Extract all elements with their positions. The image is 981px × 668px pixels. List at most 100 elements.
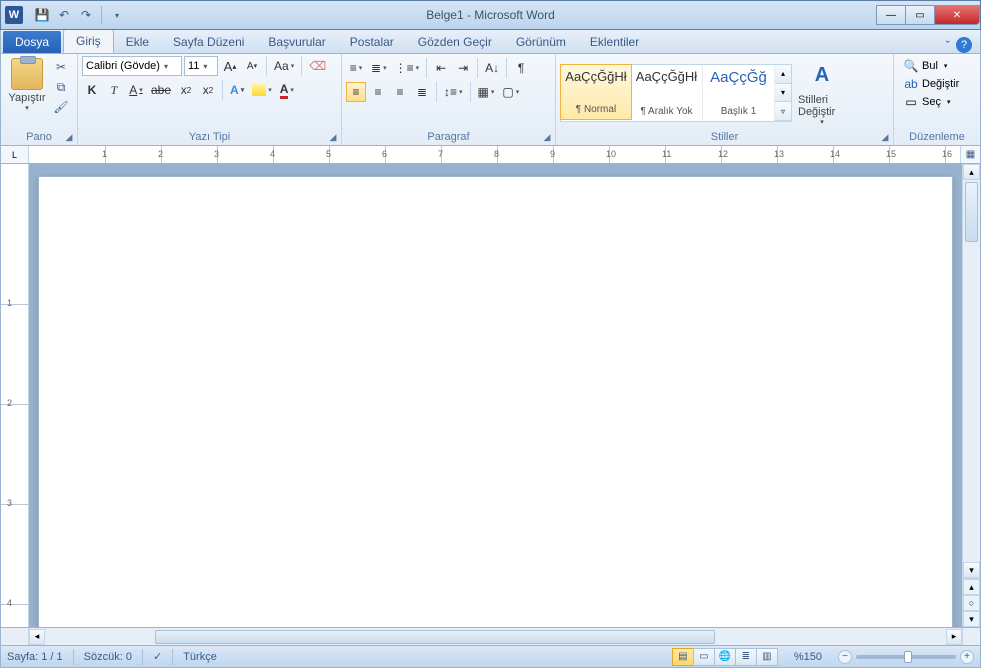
highlight-icon[interactable]: ▾ [249,80,275,100]
text-effects-icon[interactable]: A▾ [227,80,247,100]
view-outline-icon[interactable]: ≣ [735,648,757,666]
bullets-icon[interactable]: ≡▾ [346,58,366,78]
status-language[interactable]: Türkçe [183,651,217,663]
clipboard-launcher-icon[interactable]: ◢ [63,131,75,143]
format-painter-icon[interactable]: 🖌 [51,98,71,116]
strikethrough-button[interactable]: abe [148,80,174,100]
styles-launcher-icon[interactable]: ◢ [879,131,891,143]
gallery-more-icon[interactable]: ▿ [775,102,791,121]
zoom-thumb[interactable] [904,651,912,663]
paste-button[interactable]: Yapıştır ▾ [5,56,49,114]
ribbon-minimize-icon[interactable]: ˇ [946,38,950,53]
italic-button[interactable]: T [104,80,124,100]
vscroll-track[interactable] [963,244,980,562]
show-marks-icon[interactable]: ¶ [511,58,531,78]
tab-insert[interactable]: Ekle [114,31,161,53]
justify-button[interactable]: ≣ [412,82,432,102]
undo-icon[interactable]: ↶ [55,6,73,24]
ruler-toggle-icon[interactable]: ▦ [960,146,980,163]
tab-addins[interactable]: Eklentiler [578,31,651,53]
numbering-icon[interactable]: ≣▾ [368,58,390,78]
hscroll-thumb[interactable] [155,630,715,644]
tab-selector[interactable]: L [1,146,29,163]
select-label: Seç [922,96,941,108]
tab-page-layout[interactable]: Sayfa Düzeni [161,31,256,53]
vertical-ruler[interactable]: 1234 [1,164,29,627]
zoom-in-icon[interactable]: + [960,650,974,664]
status-word-count[interactable]: Sözcük: 0 [84,651,132,663]
copy-icon[interactable]: ⧉ [51,78,71,96]
shrink-font-icon[interactable]: A▾ [242,56,262,76]
help-icon[interactable]: ? [956,37,972,53]
view-buttons: ▤ ▭ 🌐 ≣ ▥ [673,648,778,666]
cut-icon[interactable]: ✂ [51,58,71,76]
maximize-button[interactable]: ▭ [905,5,935,25]
clear-formatting-icon[interactable]: ⌫ [306,56,329,76]
redo-icon[interactable]: ↷ [77,6,95,24]
scroll-up-icon[interactable]: ▴ [963,164,980,180]
superscript-button[interactable]: x2 [198,80,218,100]
tab-file[interactable]: Dosya [3,31,61,53]
sort-icon[interactable]: A↓ [482,58,502,78]
status-page[interactable]: Sayfa: 1 / 1 [7,651,63,663]
tab-view[interactable]: Görünüm [504,31,578,53]
tab-references[interactable]: Başvurular [256,31,337,53]
view-web-layout-icon[interactable]: 🌐 [714,648,736,666]
underline-button[interactable]: A▾ [126,80,146,100]
change-styles-button[interactable]: A Stilleri Değiştir ▾ [796,58,848,128]
horizontal-ruler[interactable]: 12345678910111213141516 [29,146,960,163]
align-left-button[interactable]: ≡ [346,82,366,102]
borders-icon[interactable]: ▢▾ [499,82,522,102]
tab-home[interactable]: Giriş [63,29,114,53]
view-print-layout-icon[interactable]: ▤ [672,648,694,666]
zoom-out-icon[interactable]: − [838,650,852,664]
view-full-reading-icon[interactable]: ▭ [693,648,715,666]
scroll-left-icon[interactable]: ◂ [29,629,45,645]
next-page-icon[interactable]: ▾ [963,611,980,627]
scroll-right-icon[interactable]: ▸ [946,629,962,645]
tab-mailings[interactable]: Postalar [338,31,406,53]
font-color-icon[interactable]: A▾ [277,80,297,100]
gallery-down-icon[interactable]: ▾ [775,84,791,103]
scroll-down-icon[interactable]: ▾ [963,562,980,578]
prev-page-icon[interactable]: ▴ [963,579,980,595]
browse-object-icon[interactable]: ○ [963,595,980,611]
hscroll-track[interactable] [45,629,946,645]
select-button[interactable]: ▭Seç▾ [900,94,963,110]
close-button[interactable]: ✕ [934,5,980,25]
style-name: ¶ Normal [576,104,616,115]
increase-indent-icon[interactable]: ⇥ [453,58,473,78]
line-spacing-icon[interactable]: ↕≡▾ [441,82,466,102]
view-draft-icon[interactable]: ▥ [756,648,778,666]
paragraph-launcher-icon[interactable]: ◢ [541,131,553,143]
style-normal[interactable]: AaÇçĞğHł ¶ Normal [560,64,632,120]
proofing-icon[interactable]: ✓ [153,650,162,663]
decrease-indent-icon[interactable]: ⇤ [431,58,451,78]
zoom-level[interactable]: %150 [794,651,822,663]
font-launcher-icon[interactable]: ◢ [327,131,339,143]
change-case-icon[interactable]: Aa▾ [271,56,297,76]
zoom-track[interactable] [856,655,956,659]
replace-button[interactable]: abDeğiştir [900,76,963,92]
document-page[interactable] [38,176,953,627]
qat-customize-icon[interactable]: ▾ [108,6,126,24]
shading-icon[interactable]: ▦▾ [475,82,498,102]
subscript-button[interactable]: x2 [176,80,196,100]
multilevel-list-icon[interactable]: ⋮≡▾ [392,58,423,78]
font-name-combo[interactable]: Calibri (Gövde)▾ [82,56,182,76]
style-heading1[interactable]: AaÇçĞğ Başlık 1 [703,65,775,121]
align-center-button[interactable]: ≡ [368,82,388,102]
find-button[interactable]: 🔍Bul▾ [900,58,963,74]
gallery-scroll: ▴ ▾ ▿ [775,65,791,121]
style-no-spacing[interactable]: AaÇçĞğHł ¶ Aralık Yok [631,65,703,121]
gallery-up-icon[interactable]: ▴ [775,65,791,84]
font-size-combo[interactable]: 11▾ [184,56,218,76]
grow-font-icon[interactable]: A▴ [220,56,240,76]
vscroll-thumb[interactable] [965,182,978,242]
bold-button[interactable]: K [82,80,102,100]
align-right-button[interactable]: ≡ [390,82,410,102]
window-title: Belge1 - Microsoft Word [426,8,555,22]
tab-review[interactable]: Gözden Geçir [406,31,504,53]
minimize-button[interactable]: — [876,5,906,25]
save-icon[interactable]: 💾 [33,6,51,24]
